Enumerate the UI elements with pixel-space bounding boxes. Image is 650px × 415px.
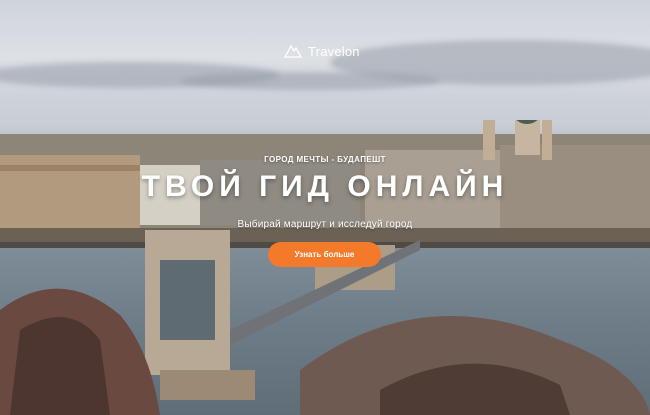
brand-logo[interactable]: Travelon (283, 41, 360, 62)
hero-headline: ТВОЙ ГИД ОНЛАЙН (141, 170, 509, 203)
mountain-logo-icon (283, 41, 303, 62)
cloud (180, 72, 440, 90)
brand-name: Travelon (308, 44, 360, 59)
hero-subtitle: Выбирай маршрут и исследуй город (237, 219, 413, 230)
hero-kicker: ГОРОД МЕЧТЫ - БУДАПЕШТ (264, 155, 386, 164)
hero-background (0, 0, 650, 415)
learn-more-button[interactable]: Узнать больше (268, 242, 381, 267)
